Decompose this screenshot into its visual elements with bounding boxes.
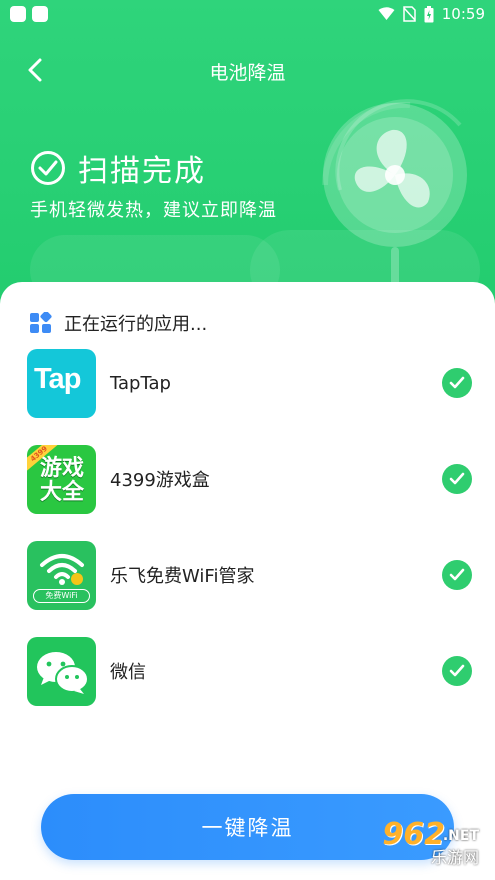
chat-bubbles-icon <box>37 651 89 694</box>
apps-grid-icon <box>30 312 52 333</box>
wifi-icon <box>40 553 84 585</box>
app-name: 微信 <box>110 662 146 683</box>
status-right: 10:59 <box>378 5 485 23</box>
status-notification-icons <box>10 6 48 22</box>
no-sim-icon <box>403 6 416 22</box>
wifi-icon <box>378 7 395 20</box>
app-row-wechat[interactable]: 微信 <box>27 636 472 706</box>
game-box-app-icon: 游戏大全 4399 <box>27 444 96 514</box>
app-selected-check-icon[interactable] <box>442 560 472 590</box>
scan-result: 扫描完成 <box>30 146 206 190</box>
running-header: 正在运行的应用... <box>30 310 207 336</box>
scan-subtitle: 手机轻微发热，建议立即降温 <box>30 200 277 221</box>
app-selected-check-icon[interactable] <box>442 464 472 494</box>
scan-title: 扫描完成 <box>78 154 206 189</box>
status-bar: 10:59 <box>0 0 495 30</box>
notification-icon <box>10 6 26 22</box>
watermark-net: .NET <box>442 828 479 844</box>
notification-icon <box>32 6 48 22</box>
running-label: 正在运行的应用... <box>64 314 208 335</box>
app-row-4399[interactable]: 游戏大全 4399 4399游戏盒 <box>27 444 472 514</box>
battery-charging-icon <box>424 5 434 22</box>
app-name: 4399游戏盒 <box>110 470 210 491</box>
app-row-taptap[interactable]: Tap TapTap <box>27 348 472 418</box>
app-name: 乐飞免费WiFi管家 <box>110 566 255 587</box>
taptap-app-icon: Tap <box>27 348 96 418</box>
game-box-icon-text: 游戏大全 <box>39 455 84 505</box>
app-selected-check-icon[interactable] <box>442 368 472 398</box>
status-time: 10:59 <box>441 5 485 23</box>
app-row-wifi[interactable]: 免费WiFi 乐飞免费WiFi管家 <box>27 540 472 610</box>
check-circle-icon <box>31 151 65 185</box>
wifi-manager-app-icon: 免费WiFi <box>27 540 96 610</box>
site-watermark: 962 .NET 乐游网 <box>345 814 485 874</box>
app-name: TapTap <box>110 372 171 394</box>
wifi-manager-icon-text: 免费WiFi <box>33 588 90 603</box>
running-apps-card: 正在运行的应用... Tap TapTap 游戏大全 4399 4399游戏盒 <box>0 282 495 880</box>
app-selected-check-icon[interactable] <box>442 656 472 686</box>
fan-illustration <box>321 99 467 287</box>
taptap-icon-text: Tap <box>34 362 81 395</box>
wechat-app-icon <box>27 636 96 706</box>
watermark-site: 乐游网 <box>430 848 479 867</box>
header: 10:59 电池降温 扫描完成 手机轻微发热，建议立即降温 <box>0 0 495 330</box>
